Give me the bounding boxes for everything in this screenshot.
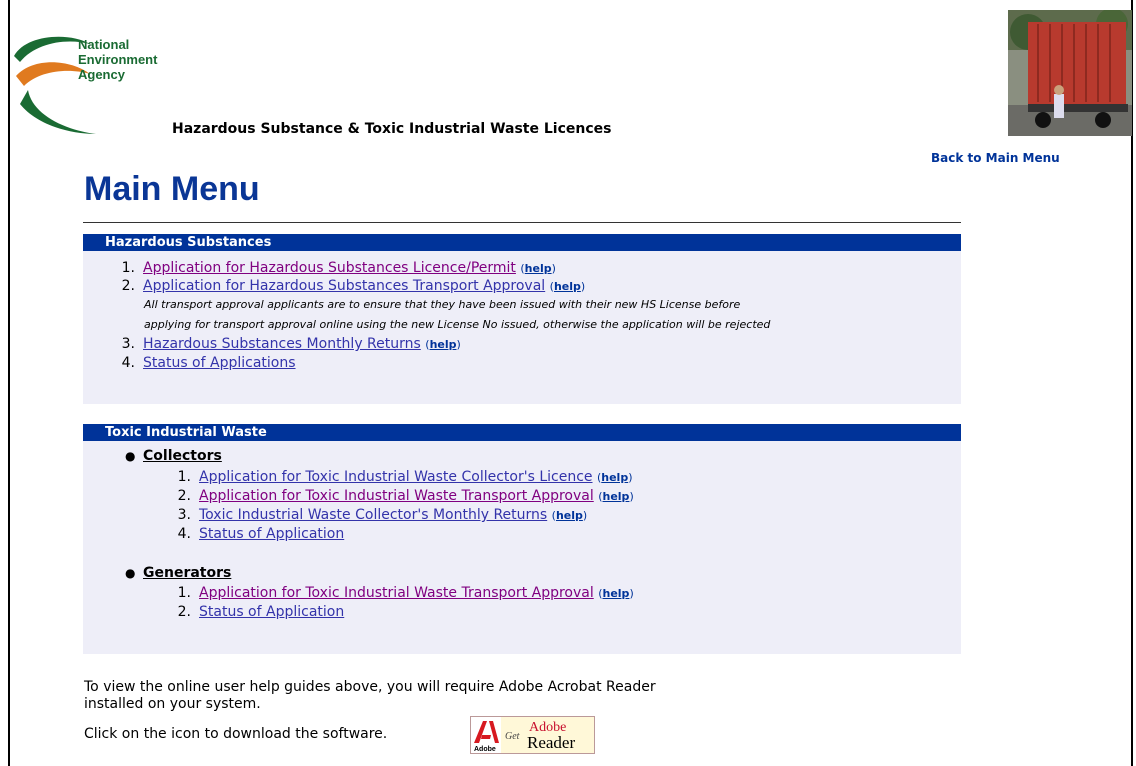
help-wrapper: (help) [549, 280, 586, 293]
item-number: 1. [177, 469, 191, 485]
adobe-get-label: Get [505, 731, 520, 742]
back-to-main-menu-link[interactable]: Back to Main Menu [931, 151, 1060, 165]
list-item: 3. Toxic Industrial Waste Collector's Mon… [169, 506, 588, 525]
collectors-title: Collectors [143, 448, 222, 464]
item-number: 4. [121, 355, 135, 371]
help-link[interactable]: help [430, 338, 457, 351]
title-divider [83, 222, 961, 223]
item-number: 4. [177, 526, 191, 542]
help-wrapper: (help) [425, 338, 461, 351]
list-item: 2. Application for Hazardous Substances T… [113, 277, 586, 296]
help-link[interactable]: help [603, 490, 630, 503]
item-number: 2. [177, 604, 191, 620]
help-wrapper: (help) [598, 587, 634, 600]
help-link[interactable]: help [525, 262, 552, 275]
acrobat-requirement-line2: installed on your system. [84, 696, 261, 712]
tiw-collector-licence-link[interactable]: Application for Toxic Industrial Waste C… [199, 469, 593, 485]
tiw-collector-returns-link[interactable]: Toxic Industrial Waste Collector's Month… [199, 507, 547, 523]
list-item: 1. Application for Toxic Industrial Waste… [169, 584, 634, 603]
adobe-small-label: Adobe [474, 746, 496, 753]
transport-approval-note-line1: All transport approval applicants are to… [144, 298, 741, 311]
list-item: 4. Status of Applications [113, 354, 296, 372]
item-number: 2. [121, 278, 135, 294]
page-border-left [8, 0, 10, 766]
generators-heading: ● Generators [125, 565, 231, 581]
list-item: 2. Application for Toxic Industrial Waste… [169, 487, 634, 506]
hazardous-substances-header: Hazardous Substances [83, 234, 961, 251]
page-title: Main Menu [84, 170, 260, 208]
agency-name: National Environment Agency [78, 37, 157, 82]
truck-photo [1008, 10, 1132, 136]
bullet-icon: ● [125, 566, 136, 580]
list-item: 1. Application for Hazardous Substances L… [113, 259, 556, 278]
acrobat-requirement-line1: To view the online user help guides abov… [84, 679, 656, 695]
list-item: 3. Hazardous Substances Monthly Returns (… [113, 335, 461, 354]
help-wrapper: (help) [551, 509, 588, 522]
list-item: 2. Status of Application [169, 603, 345, 621]
hs-status-link[interactable]: Status of Applications [143, 355, 296, 371]
agency-line-3: Agency [78, 67, 125, 82]
agency-line-1: National [78, 37, 130, 52]
hs-monthly-returns-link[interactable]: Hazardous Substances Monthly Returns [143, 336, 421, 352]
help-link[interactable]: help [556, 509, 583, 522]
get-adobe-reader-button[interactable]: Adobe Get Adobe Reader [470, 716, 595, 754]
transport-approval-note-line2: applying for transport approval online u… [144, 318, 771, 331]
tiw-generator-status-link[interactable]: Status of Application [199, 604, 344, 620]
tiw-collector-transport-link[interactable]: Application for Toxic Industrial Waste T… [199, 488, 594, 504]
tiw-generator-transport-link[interactable]: Application for Toxic Industrial Waste T… [199, 585, 594, 601]
adobe-reader-label: Reader [527, 733, 575, 752]
collectors-heading: ● Collectors [125, 448, 222, 464]
list-item: 4. Status of Application [169, 525, 345, 543]
hazardous-substances-section: Hazardous Substances 1. Application for H… [83, 234, 961, 404]
help-link[interactable]: help [603, 587, 630, 600]
agency-line-2: Environment [78, 52, 158, 67]
item-number: 1. [121, 260, 135, 276]
item-number: 3. [121, 336, 135, 352]
help-wrapper: (help) [596, 471, 633, 484]
hs-transport-approval-link[interactable]: Application for Hazardous Substances Tra… [143, 278, 545, 294]
hs-licence-link[interactable]: Application for Hazardous Substances Lic… [143, 260, 516, 276]
download-instruction: Click on the icon to download the softwa… [84, 726, 388, 742]
toxic-industrial-waste-header: Toxic Industrial Waste [83, 424, 961, 441]
list-item: 1. Application for Toxic Industrial Waste… [169, 468, 633, 487]
site-subtitle: Hazardous Substance & Toxic Industrial W… [172, 121, 612, 137]
generators-title: Generators [143, 565, 232, 581]
bullet-icon: ● [125, 449, 136, 463]
item-number: 1. [177, 585, 191, 601]
help-link[interactable]: help [601, 471, 628, 484]
item-number: 2. [177, 488, 191, 504]
tiw-collector-status-link[interactable]: Status of Application [199, 526, 344, 542]
help-wrapper: (help) [598, 490, 634, 503]
adobe-reader-icon: Adobe Get Adobe Reader [471, 717, 594, 753]
help-link[interactable]: help [554, 280, 581, 293]
toxic-industrial-waste-section: Toxic Industrial Waste ● Collectors 1. App… [83, 424, 961, 654]
item-number: 3. [177, 507, 191, 523]
help-wrapper: (help) [520, 262, 556, 275]
